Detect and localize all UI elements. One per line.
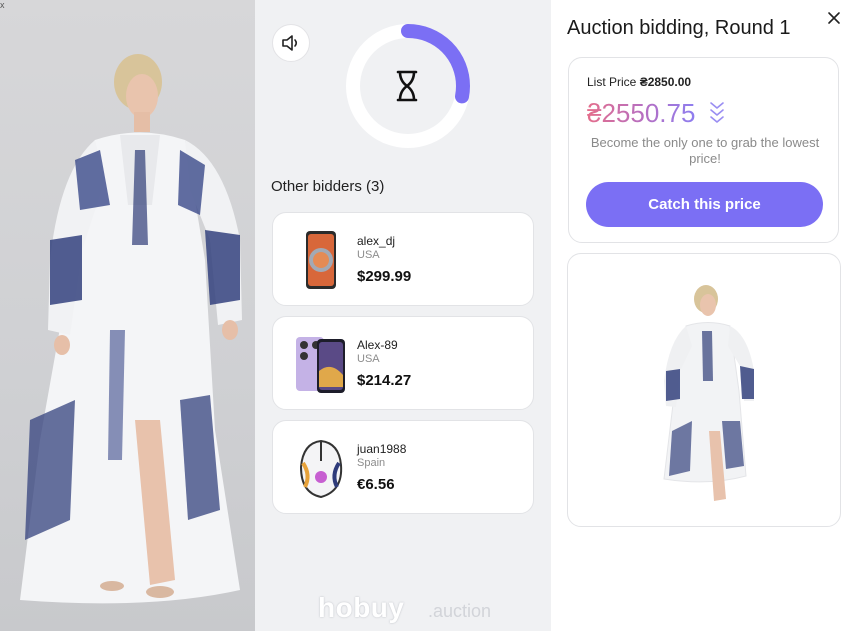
bid-card[interactable]: juan1988 Spain €6.56	[272, 420, 534, 514]
bid-price: €6.56	[357, 476, 395, 493]
product-image	[614, 271, 795, 510]
sound-toggle-button[interactable]	[272, 24, 310, 62]
bid-price: $299.99	[357, 268, 412, 285]
close-button[interactable]	[824, 8, 844, 28]
current-price: ₴2550.75	[587, 98, 696, 128]
chevrons-down-icon	[710, 102, 724, 123]
bid-card[interactable]: alex_dj USA $299.99	[272, 212, 534, 306]
price-card: List Price ₴2850.00 ₴2550.75 Become the …	[568, 57, 839, 243]
bidder-country: USA	[357, 249, 380, 261]
bidder-country: Spain	[357, 457, 386, 469]
close-icon	[828, 12, 840, 24]
auction-title: Auction bidding, Round 1	[567, 17, 791, 39]
phone-purple-icon	[296, 337, 345, 393]
model-photo	[20, 54, 242, 604]
list-price-value: ₴2850.00	[639, 75, 692, 89]
bidder-country: USA	[357, 353, 380, 365]
list-price: List Price ₴2850.00	[587, 75, 691, 89]
gaming-mouse-icon	[299, 439, 343, 499]
product-photo-panel: x	[0, 0, 255, 631]
hourglass-icon	[396, 70, 418, 102]
catch-price-button[interactable]: Catch this price	[586, 182, 823, 227]
promo-text: Become the only one to grab the lowest p…	[590, 135, 820, 166]
speaker-icon	[282, 35, 298, 51]
bidder-name: Alex-89	[357, 338, 398, 352]
list-price-label: List Price	[587, 75, 637, 89]
phone-orange-icon	[306, 231, 336, 289]
other-bidders-title: Other bidders (3)	[271, 178, 385, 195]
bid-card[interactable]: Alex-89 USA $214.27	[272, 316, 534, 410]
bidder-name: alex_dj	[357, 234, 396, 248]
bidder-name: juan1988	[357, 442, 407, 456]
brand-logo: hobuy	[318, 592, 405, 623]
brand-logo-suffix: .auction	[428, 601, 492, 621]
product-preview-card[interactable]	[567, 253, 841, 527]
timer-center	[383, 66, 431, 106]
bid-price: $214.27	[357, 372, 412, 389]
